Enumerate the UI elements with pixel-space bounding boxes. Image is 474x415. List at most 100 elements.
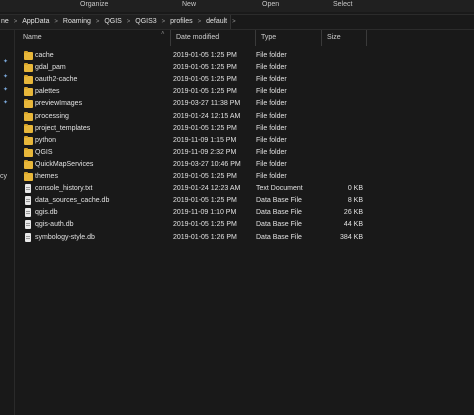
file-type: File folder xyxy=(256,52,287,59)
db-file-icon xyxy=(25,208,31,218)
file-type: File folder xyxy=(256,76,287,84)
file-name: qgis-auth.db xyxy=(35,221,74,229)
file-type: File folder xyxy=(256,160,287,168)
file-date-modified: 2019-01-05 1:25 PM xyxy=(173,64,237,72)
file-row[interactable]: gdal_pam 2019-01-05 1:25 PM File folder xyxy=(18,62,378,74)
file-row[interactable]: processing 2019-01-24 12:15 AM File folder xyxy=(18,111,378,123)
db-file-icon xyxy=(25,232,31,242)
column-name-header[interactable]: Name xyxy=(18,30,171,46)
folder-icon xyxy=(24,159,33,169)
file-row[interactable]: QuickMapServices 2019-03-27 10:46 PM File … xyxy=(18,159,378,171)
file-row[interactable]: qgis-auth.db 2019-01-05 1:25 PM Data Base … xyxy=(18,219,378,231)
file-name: symbology-style.db xyxy=(35,233,95,241)
file-date-modified: 2019-03-27 11:38 PM xyxy=(173,100,241,108)
file-date-modified: 2019-01-24 12:15 AM xyxy=(173,112,241,120)
file-name: themes xyxy=(35,173,58,180)
file-date-modified: 2019-01-05 1:25 PM xyxy=(173,124,237,132)
file-row[interactable]: cache 2019-01-05 1:25 PM File folder xyxy=(18,50,378,62)
breadcrumb-profiles[interactable]: profiles xyxy=(170,15,193,29)
file-row[interactable]: themes 2019-01-05 1:25 PM File folder xyxy=(18,171,378,183)
chevron-right-icon: > xyxy=(13,19,18,25)
folder-icon xyxy=(24,99,33,109)
file-date-modified: 2019-01-05 1:25 PM xyxy=(173,197,237,205)
text-file-icon xyxy=(25,184,31,194)
chevron-right-icon: > xyxy=(54,19,58,25)
command-ribbon: Organize New Open Select xyxy=(0,0,474,12)
column-type-label: Type xyxy=(261,34,277,41)
breadcrumb[interactable]: ne > AppData > Roaming > QGIS > QGIS3 > … xyxy=(0,15,236,29)
new-button[interactable]: New xyxy=(182,0,196,10)
file-type: File folder xyxy=(256,136,287,144)
file-name: python xyxy=(35,136,57,144)
chevron-right-icon: > xyxy=(126,19,131,25)
file-name: qgis.db xyxy=(35,209,58,217)
file-type: File folder xyxy=(256,100,287,108)
file-type: Text Document xyxy=(256,185,303,193)
file-size: 0 KB xyxy=(347,185,363,193)
file-name: cache xyxy=(35,52,54,59)
column-size-label: Size xyxy=(327,34,341,41)
column-type-header[interactable]: Type xyxy=(256,30,322,46)
file-name: QuickMapServices xyxy=(35,160,94,168)
file-date-modified: 2019-11-09 1:10 PM xyxy=(173,209,237,217)
file-type: File folder xyxy=(256,124,287,132)
folder-icon xyxy=(24,63,33,73)
pin-icon: ✦ xyxy=(3,87,9,93)
file-type: File folder xyxy=(256,173,287,180)
file-row[interactable]: palettes 2019-01-05 1:25 PM File folder xyxy=(18,86,378,98)
file-date-modified: 2019-01-05 1:25 PM xyxy=(173,76,237,84)
column-size-header[interactable]: Size xyxy=(322,30,367,46)
folder-icon xyxy=(24,147,33,157)
file-name: gdal_pam xyxy=(35,64,66,72)
file-type: Data Base File xyxy=(256,233,302,241)
file-name: oauth2-cache xyxy=(35,76,78,84)
folder-icon xyxy=(24,75,33,85)
file-type: File folder xyxy=(256,112,287,120)
breadcrumb-appdata[interactable]: AppData xyxy=(22,15,49,29)
file-row[interactable]: symbology-style.db 2019-01-05 1:26 PM Data… xyxy=(18,232,378,244)
organize-button[interactable]: Organize xyxy=(80,0,108,10)
file-name: processing xyxy=(35,112,69,120)
navigation-item-label[interactable]: cy xyxy=(0,173,7,180)
chevron-right-icon: > xyxy=(232,19,236,25)
open-button[interactable]: Open xyxy=(262,0,279,10)
file-name: project_templates xyxy=(35,124,91,132)
file-row[interactable]: QGIS 2019-11-09 2:32 PM File folder xyxy=(18,147,378,159)
column-header: ˄ Name Date modified Type Size xyxy=(18,30,378,46)
file-row[interactable]: previewImages 2019-03-27 11:38 PM File fol… xyxy=(18,98,378,110)
db-file-icon xyxy=(25,196,31,206)
folder-icon xyxy=(24,123,33,133)
file-date-modified: 2019-01-05 1:25 PM xyxy=(173,221,237,229)
file-row[interactable]: oauth2-cache 2019-01-05 1:25 PM File folde… xyxy=(18,74,378,86)
breadcrumb-qgis3[interactable]: QGIS3 xyxy=(135,15,156,29)
navigation-pane: ✦ ✦ ✦ ✦ cy xyxy=(0,30,15,415)
file-date-modified: 2019-11-09 1:15 PM xyxy=(173,136,237,144)
file-name: QGIS xyxy=(35,148,53,156)
file-row[interactable]: project_templates 2019-01-05 1:25 PM File … xyxy=(18,123,378,135)
file-type: Data Base File xyxy=(256,197,302,205)
file-size: 384 KB xyxy=(340,233,363,241)
folder-icon xyxy=(24,87,33,97)
folder-icon xyxy=(24,172,33,181)
file-size: 8 KB xyxy=(347,197,363,205)
file-type: File folder xyxy=(256,148,287,156)
file-row[interactable]: qgis.db 2019-11-09 1:10 PM Data Base File 2… xyxy=(18,207,378,219)
file-name: console_history.txt xyxy=(35,185,93,193)
address-bar[interactable]: ne > AppData > Roaming > QGIS > QGIS3 > … xyxy=(0,14,474,30)
file-row[interactable]: python 2019-11-09 1:15 PM File folder xyxy=(18,135,378,147)
select-button[interactable]: Select xyxy=(333,0,352,10)
column-date-header[interactable]: Date modified xyxy=(171,30,256,46)
file-date-modified: 2019-01-05 1:25 PM xyxy=(173,173,237,180)
breadcrumb-roaming[interactable]: Roaming xyxy=(63,15,91,29)
file-type: Data Base File xyxy=(256,209,302,217)
file-row[interactable]: console_history.txt 2019-01-24 12:23 AM Te… xyxy=(18,183,378,195)
file-row[interactable]: data_sources_cache.db 2019-01-05 1:25 PM D… xyxy=(18,195,378,207)
breadcrumb-default[interactable]: default xyxy=(206,15,227,29)
file-size: 44 KB xyxy=(343,221,363,229)
breadcrumb-qgis[interactable]: QGIS xyxy=(104,15,122,29)
db-file-icon xyxy=(25,220,31,230)
file-name: data_sources_cache.db xyxy=(35,197,110,205)
file-type: Data Base File xyxy=(256,221,302,229)
file-name: previewImages xyxy=(35,100,83,108)
chevron-right-icon: > xyxy=(95,19,100,25)
